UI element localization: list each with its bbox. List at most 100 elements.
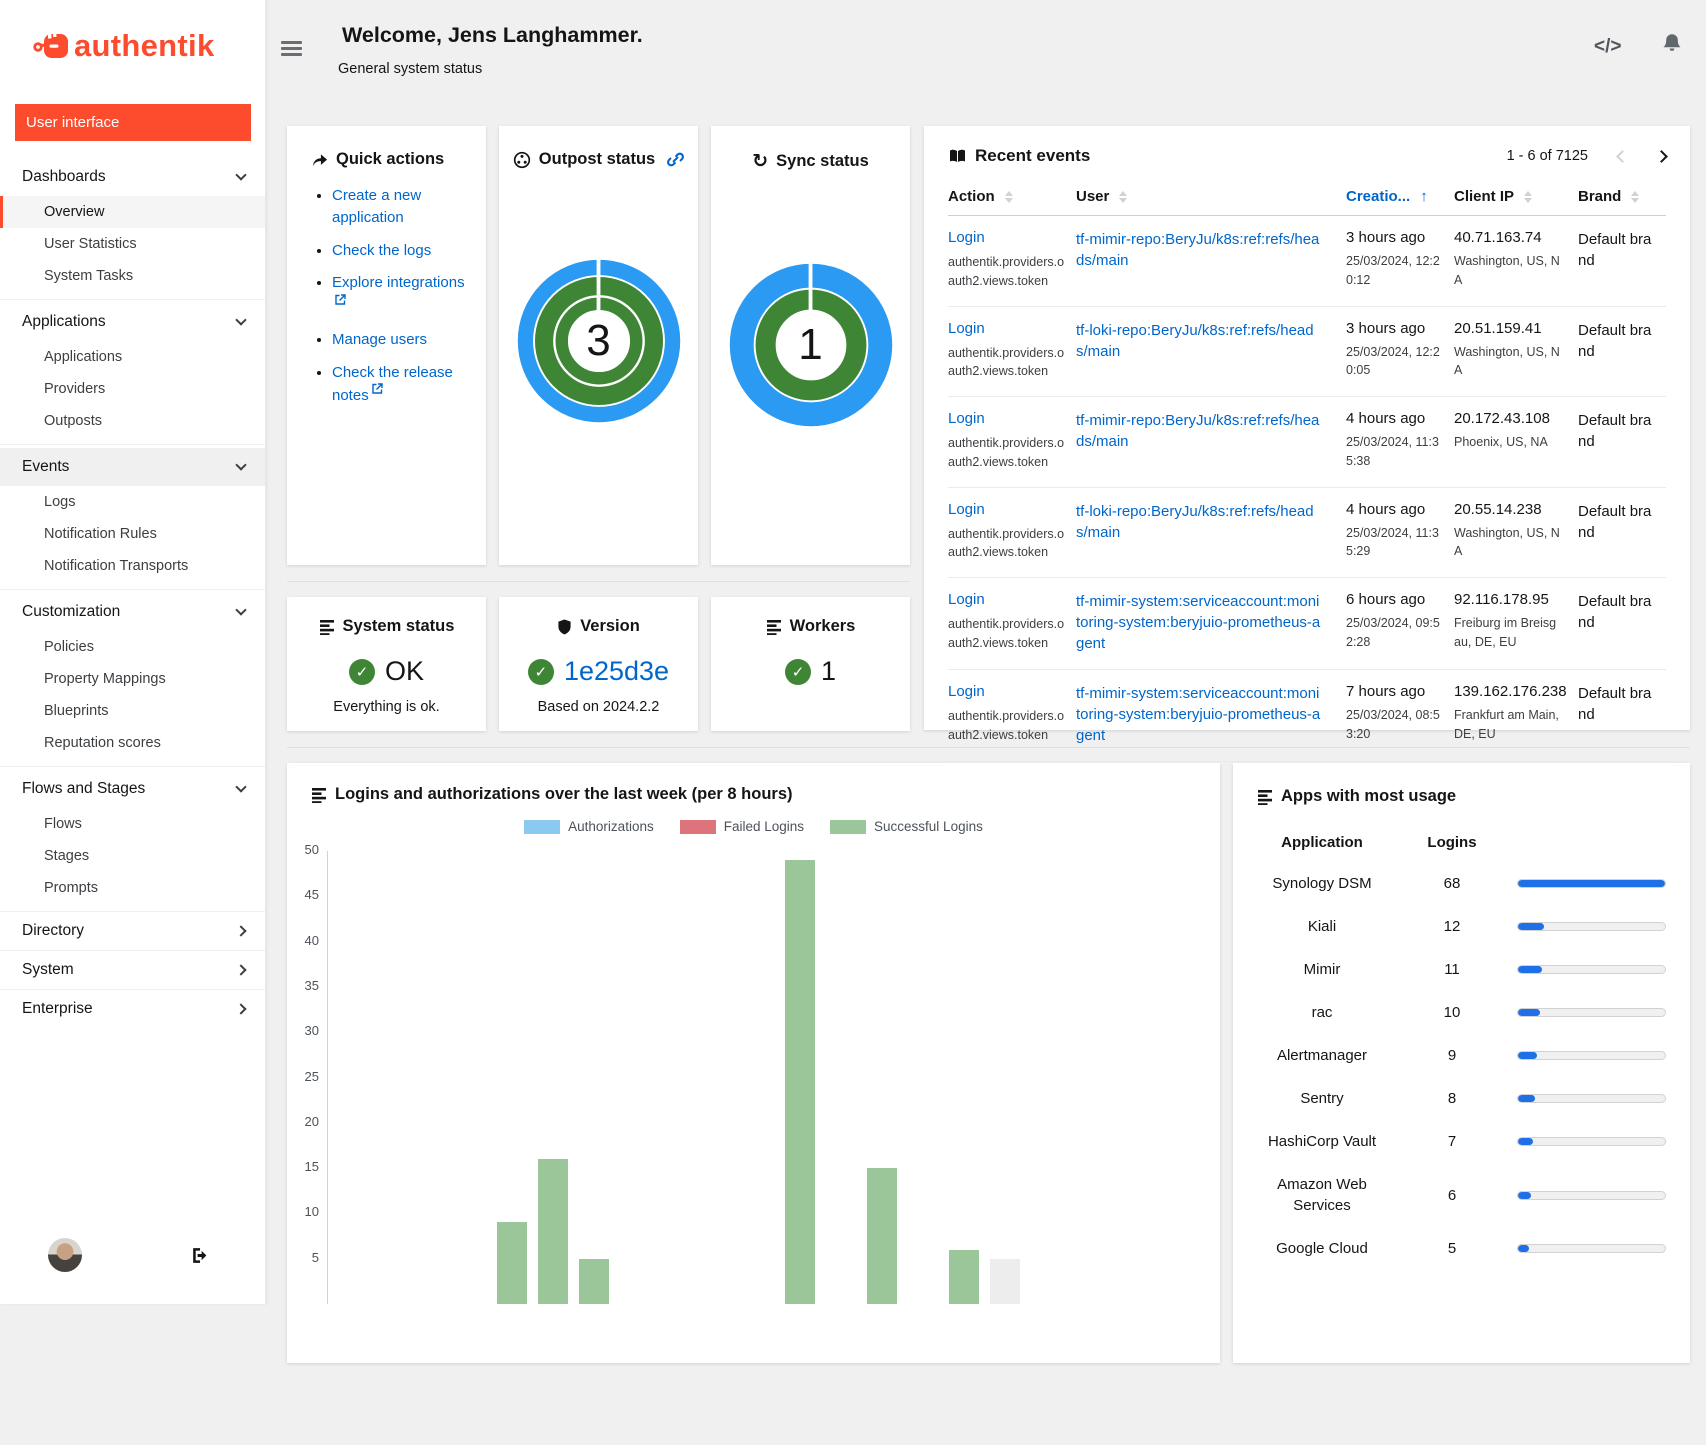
sidebar-item-system-tasks[interactable]: System Tasks: [0, 260, 265, 292]
pagination-prev-icon[interactable]: [1616, 150, 1629, 163]
event-action-link[interactable]: Login: [948, 501, 985, 518]
sidebar-section-customization[interactable]: Customization: [0, 593, 265, 631]
sidebar-section-label: Customization: [22, 603, 120, 621]
event-action-link[interactable]: Login: [948, 410, 985, 427]
sidebar-section-events[interactable]: Events: [0, 448, 265, 486]
avatar[interactable]: [48, 1238, 82, 1272]
user-interface-button[interactable]: User interface: [15, 104, 251, 141]
sidebar-section-label: System: [22, 961, 74, 979]
sidebar-item-providers[interactable]: Providers: [0, 373, 265, 405]
quick-action-link-explore-integrations[interactable]: Explore integrations: [332, 274, 465, 291]
system-status-card: System status ✓ OK Everything is ok.: [287, 597, 486, 731]
event-user-link[interactable]: tf-mimir-repo:BeryJu/k8s:ref:refs/heads/…: [1076, 410, 1321, 452]
pagination-next-icon[interactable]: [1655, 150, 1668, 163]
version-link[interactable]: 1e25d3e: [564, 656, 669, 687]
outpost-link-button[interactable]: [667, 151, 684, 168]
sidebar-item-overview[interactable]: Overview: [0, 196, 265, 228]
nav-group-system: System: [0, 950, 265, 989]
event-time-relative: 4 hours ago: [1346, 501, 1444, 518]
sign-out-button[interactable]: [190, 1246, 209, 1265]
sidebar-item-label: Logs: [44, 494, 75, 510]
event-user-cell: tf-mimir-system:serviceaccount:monitorin…: [1076, 683, 1346, 746]
event-action-context: authentik.providers.oauth2.views.token: [948, 615, 1066, 653]
app-usage-row: rac10: [1257, 1002, 1666, 1023]
sidebar-item-flows[interactable]: Flows: [0, 808, 265, 840]
sidebar-item-blueprints[interactable]: Blueprints: [0, 695, 265, 727]
sidebar-item-notification-rules[interactable]: Notification Rules: [0, 518, 265, 550]
column-header-creatio[interactable]: Creatio...↑: [1346, 188, 1454, 205]
column-header-label: User: [1076, 188, 1109, 205]
sidebar-item-label: System Tasks: [44, 268, 133, 284]
event-action-cell: Loginauthentik.providers.oauth2.views.to…: [948, 229, 1076, 291]
chart-bar: [949, 1250, 979, 1304]
event-user-link[interactable]: tf-mimir-system:serviceaccount:monitorin…: [1076, 591, 1321, 654]
logins-chart-title: Logins and authorizations over the last …: [311, 785, 1220, 804]
quick-action-link-check-the-release-notes[interactable]: Check the release notes: [332, 364, 453, 405]
event-time-absolute: 25/03/2024, 09:52:28: [1346, 614, 1444, 652]
event-user-link[interactable]: tf-loki-repo:BeryJu/k8s:ref:refs/heads/m…: [1076, 501, 1321, 543]
event-client-ip: 139.162.176.238: [1454, 683, 1568, 700]
version-card: Version ✓ 1e25d3e Based on 2024.2.2: [499, 597, 698, 731]
quick-action-link-create-a-new-application[interactable]: Create a new application: [332, 187, 421, 226]
event-time-relative: 3 hours ago: [1346, 229, 1444, 246]
usage-progress-bar: [1517, 1191, 1666, 1200]
sidebar-item-notification-transports[interactable]: Notification Transports: [0, 550, 265, 582]
event-user-link[interactable]: tf-mimir-repo:BeryJu/k8s:ref:refs/heads/…: [1076, 229, 1321, 271]
event-brand: Default brand: [1578, 591, 1656, 633]
event-user-link[interactable]: tf-loki-repo:BeryJu/k8s:ref:refs/heads/m…: [1076, 320, 1321, 362]
chevron-down-icon: [235, 459, 246, 470]
event-action-link[interactable]: Login: [948, 320, 985, 337]
sidebar-item-label: User Statistics: [44, 236, 137, 252]
sidebar-section-applications[interactable]: Applications: [0, 303, 265, 341]
event-action-link[interactable]: Login: [948, 591, 985, 608]
legend-label: Failed Logins: [724, 819, 804, 834]
event-brand-cell: Default brand: [1578, 683, 1666, 746]
event-action-link[interactable]: Login: [948, 229, 985, 246]
app-name: Alertmanager: [1257, 1045, 1387, 1066]
sidebar-item-label: Providers: [44, 381, 105, 397]
sidebar-item-label: Stages: [44, 848, 89, 864]
column-header-client-ip[interactable]: Client IP: [1454, 188, 1578, 205]
chart-bar: [497, 1222, 527, 1304]
sidebar-item-outposts[interactable]: Outposts: [0, 405, 265, 437]
sync-donut: 1: [725, 259, 897, 431]
workers-value: 1: [821, 656, 836, 687]
usage-progress-bar: [1517, 1094, 1666, 1103]
event-user-cell: tf-loki-repo:BeryJu/k8s:ref:refs/heads/m…: [1076, 501, 1346, 563]
column-header-label: Creatio...: [1346, 188, 1410, 205]
sidebar-section-directory[interactable]: Directory: [0, 912, 265, 950]
sidebar-item-reputation-scores[interactable]: Reputation scores: [0, 727, 265, 759]
quick-action-link-check-the-logs[interactable]: Check the logs: [332, 242, 431, 259]
sidebar-item-user-statistics[interactable]: User Statistics: [0, 228, 265, 260]
y-axis-tick-label: 5: [289, 1250, 319, 1265]
sidebar-item-label: Overview: [44, 204, 104, 220]
sidebar-section-dashboards[interactable]: Dashboards: [0, 158, 265, 196]
sidebar-section-flows-and-stages[interactable]: Flows and Stages: [0, 770, 265, 808]
column-header-user[interactable]: User: [1076, 188, 1346, 205]
sort-icon: [1524, 191, 1532, 203]
event-time-cell: 6 hours ago25/03/2024, 09:52:28: [1346, 591, 1454, 654]
code-icon: </>: [1594, 36, 1621, 57]
sidebar-section-system[interactable]: System: [0, 951, 265, 989]
sidebar-item-prompts[interactable]: Prompts: [0, 872, 265, 904]
app-name: HashiCorp Vault: [1257, 1131, 1387, 1152]
event-geo: Washington, US, NA: [1454, 343, 1560, 381]
menu-toggle-button[interactable]: [281, 41, 302, 60]
sidebar-item-property-mappings[interactable]: Property Mappings: [0, 663, 265, 695]
event-user-link[interactable]: tf-mimir-system:serviceaccount:monitorin…: [1076, 683, 1321, 746]
sidebar-section-enterprise[interactable]: Enterprise: [0, 990, 265, 1028]
column-header-action[interactable]: Action: [948, 188, 1076, 205]
sidebar-item-logs[interactable]: Logs: [0, 486, 265, 518]
section-divider: [287, 581, 910, 582]
sidebar-item-stages[interactable]: Stages: [0, 840, 265, 872]
sidebar-item-applications[interactable]: Applications: [0, 341, 265, 373]
quick-action-link-manage-users[interactable]: Manage users: [332, 331, 427, 348]
sidebar-item-policies[interactable]: Policies: [0, 631, 265, 663]
sidebar-section-label: Dashboards: [22, 168, 106, 186]
event-action-link[interactable]: Login: [948, 683, 985, 700]
column-header-brand[interactable]: Brand: [1578, 188, 1666, 205]
sync-count: 1: [725, 259, 897, 431]
api-drawer-button[interactable]: </>: [1594, 36, 1621, 58]
app-usage-row: Synology DSM68: [1257, 873, 1666, 894]
notifications-button[interactable]: [1662, 33, 1682, 55]
